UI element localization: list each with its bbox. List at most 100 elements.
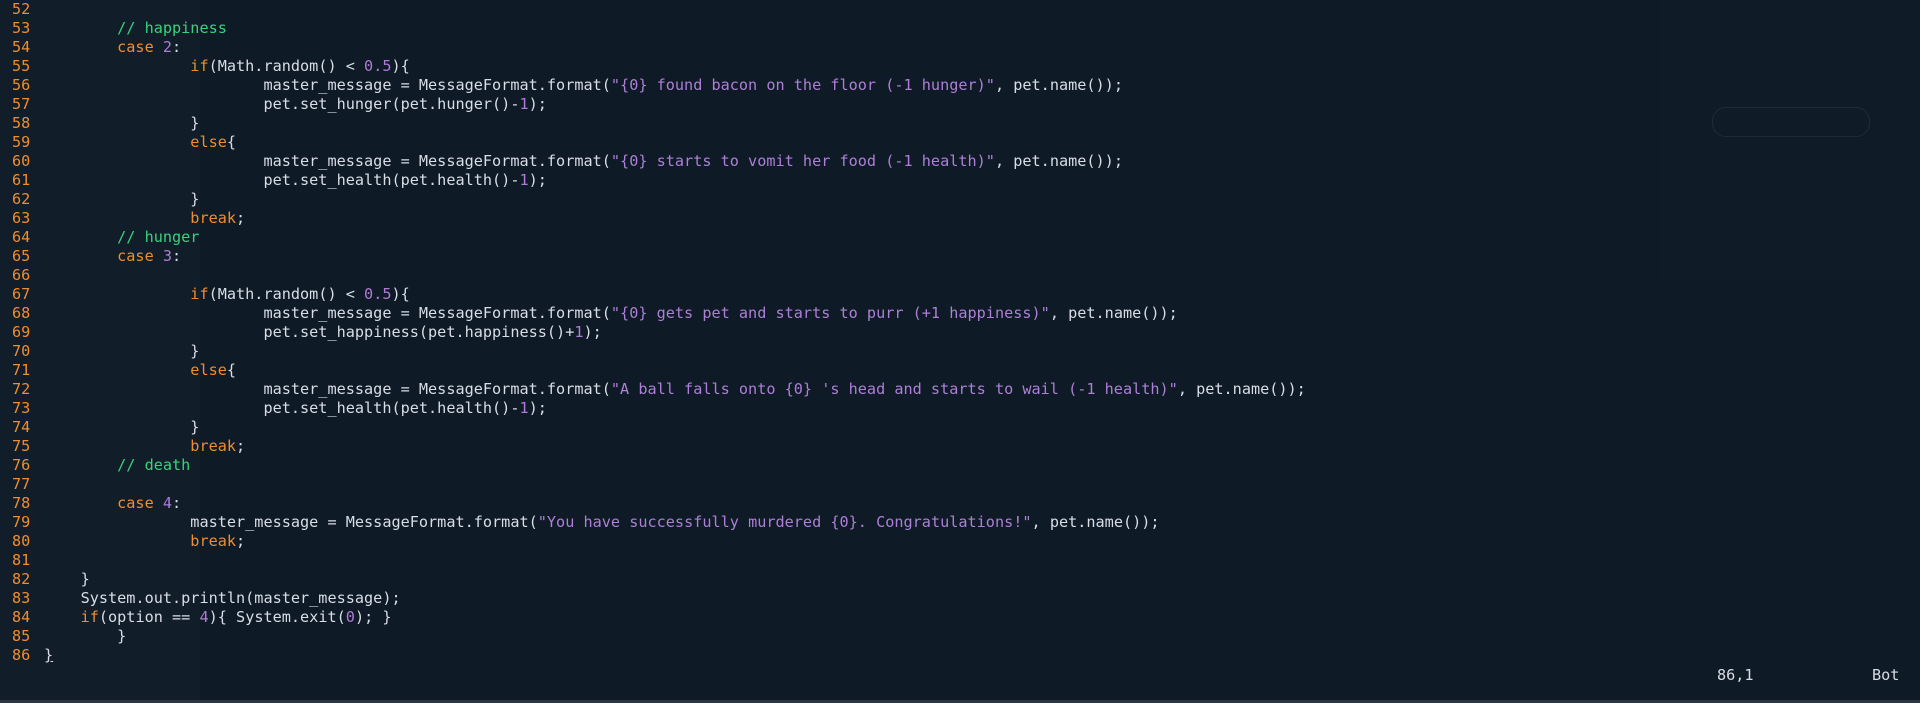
code-token: {	[226, 361, 237, 379]
line-number: 75	[12, 437, 31, 455]
code-line[interactable]: 79 master_message = MessageFormat.format…	[0, 513, 1306, 532]
code-line[interactable]: 74 }	[0, 418, 1306, 437]
code-comment: // hunger	[44, 228, 200, 246]
line-number: 52	[12, 0, 31, 18]
ghost-button	[1712, 107, 1870, 137]
code-area[interactable]: 52 53 // happiness 54 case 2: 55 if(Math.ra…	[0, 0, 1306, 665]
code-line[interactable]: 84 if(option == 4){ System.exit(0); }	[0, 608, 1306, 627]
code-token: (Math.random() <	[208, 57, 365, 75]
code-token: master_message = MessageFormat.format(	[44, 76, 611, 94]
code-line[interactable]: 83 System.out.println(master_message);	[0, 589, 1306, 608]
code-line[interactable]: 56 master_message = MessageFormat.format…	[0, 76, 1306, 95]
code-text: }	[44, 418, 199, 436]
code-text: pet.set_health(pet.health()-1);	[44, 171, 547, 189]
code-line[interactable]: 86}	[0, 646, 1306, 665]
code-line[interactable]: 62 }	[0, 190, 1306, 209]
code-line[interactable]: 61 pet.set_health(pet.health()-1);	[0, 171, 1306, 190]
code-line[interactable]: 68 master_message = MessageFormat.format…	[0, 304, 1306, 323]
code-text: // hunger	[44, 228, 199, 246]
line-number: 71	[12, 361, 31, 379]
code-text: master_message = MessageFormat.format("{…	[44, 304, 1177, 322]
code-line[interactable]: 80 break;	[0, 532, 1306, 551]
code-text: master_message = MessageFormat.format("A…	[44, 380, 1306, 398]
code-token: , pet.name());	[1177, 380, 1306, 398]
code-token: , pet.name());	[994, 152, 1123, 170]
code-line[interactable]: 54 case 2:	[0, 38, 1306, 57]
vim-editor[interactable]: 52 53 // happiness 54 case 2: 55 if(Math.ra…	[0, 0, 1920, 703]
code-token: if	[44, 57, 209, 75]
code-token: :	[172, 247, 182, 265]
code-line[interactable]: 52	[0, 0, 1306, 19]
code-token: }	[44, 646, 54, 664]
code-token: {	[226, 133, 237, 151]
code-line[interactable]: 76 // death	[0, 456, 1306, 475]
code-line[interactable]: 67 if(Math.random() < 0.5){	[0, 285, 1306, 304]
code-line[interactable]: 58 }	[0, 114, 1306, 133]
code-line[interactable]: 70 }	[0, 342, 1306, 361]
code-line[interactable]: 59 else{	[0, 133, 1306, 152]
code-line[interactable]: 65 case 3:	[0, 247, 1306, 266]
code-text: }	[44, 627, 126, 645]
code-token: "{0} gets pet and starts to purr (+1 hap…	[610, 304, 1050, 322]
code-text: master_message = MessageFormat.format("{…	[44, 76, 1123, 94]
code-token: pet.set_happiness(pet.happiness()+	[44, 323, 575, 341]
code-line[interactable]: 66	[0, 266, 1306, 285]
code-token: :	[172, 494, 182, 512]
code-line[interactable]: 82 }	[0, 570, 1306, 589]
code-token: );	[583, 323, 602, 341]
code-token: master_message = MessageFormat.format(	[44, 152, 611, 170]
code-line[interactable]: 73 pet.set_health(pet.health()-1);	[0, 399, 1306, 418]
code-line[interactable]: 85 }	[0, 627, 1306, 646]
line-number: 68	[12, 304, 31, 322]
line-number: 84	[12, 608, 31, 626]
line-number: 79	[12, 513, 31, 531]
code-token: }	[44, 190, 200, 208]
code-token: );	[528, 399, 547, 417]
code-token: 1	[574, 323, 584, 341]
code-token: 1	[519, 171, 529, 189]
code-token: 1	[519, 399, 529, 417]
code-comment: // death	[44, 456, 191, 474]
code-line[interactable]: 77	[0, 475, 1306, 494]
line-number: 59	[12, 133, 31, 151]
code-token: }	[44, 627, 127, 645]
line-number: 77	[12, 475, 31, 493]
code-line[interactable]: 75 break;	[0, 437, 1306, 456]
code-line[interactable]: 60 master_message = MessageFormat.format…	[0, 152, 1306, 171]
line-number: 80	[12, 532, 31, 550]
code-line[interactable]: 64 // hunger	[0, 228, 1306, 247]
code-token: break	[44, 209, 237, 227]
line-number: 64	[12, 228, 31, 246]
line-number: 53	[12, 19, 31, 37]
code-token: }	[44, 342, 200, 360]
code-line[interactable]: 53 // happiness	[0, 19, 1306, 38]
cursor-position: 86,1	[1717, 666, 1754, 684]
code-text: else{	[44, 133, 236, 151]
code-token: 0	[345, 608, 355, 626]
code-line[interactable]: 63 break;	[0, 209, 1306, 228]
code-token: , pet.name());	[994, 76, 1123, 94]
code-text: }	[44, 646, 53, 664]
code-text: break;	[44, 209, 245, 227]
code-line[interactable]: 71 else{	[0, 361, 1306, 380]
code-line[interactable]: 81	[0, 551, 1306, 570]
code-line[interactable]: 78 case 4:	[0, 494, 1306, 513]
code-text: if(option == 4){ System.exit(0); }	[44, 608, 392, 626]
code-line[interactable]: 55 if(Math.random() < 0.5){	[0, 57, 1306, 76]
code-token: master_message = MessageFormat.format(	[44, 304, 611, 322]
code-token: 4	[199, 608, 209, 626]
code-text: master_message = MessageFormat.format("{…	[44, 152, 1123, 170]
line-number: 62	[12, 190, 31, 208]
code-token: master_message = MessageFormat.format(	[44, 513, 538, 531]
line-number: 55	[12, 57, 31, 75]
code-line[interactable]: 57 pet.set_hunger(pet.hunger()-1);	[0, 95, 1306, 114]
code-token: if	[44, 285, 209, 303]
line-number: 58	[12, 114, 31, 132]
code-token: ;	[236, 209, 246, 227]
code-token: 4	[162, 494, 173, 512]
code-token: break	[44, 437, 237, 455]
code-line[interactable]: 72 master_message = MessageFormat.format…	[0, 380, 1306, 399]
code-token: ){ System.exit(	[208, 608, 346, 626]
code-line[interactable]: 69 pet.set_happiness(pet.happiness()+1);	[0, 323, 1306, 342]
line-number: 76	[12, 456, 31, 474]
